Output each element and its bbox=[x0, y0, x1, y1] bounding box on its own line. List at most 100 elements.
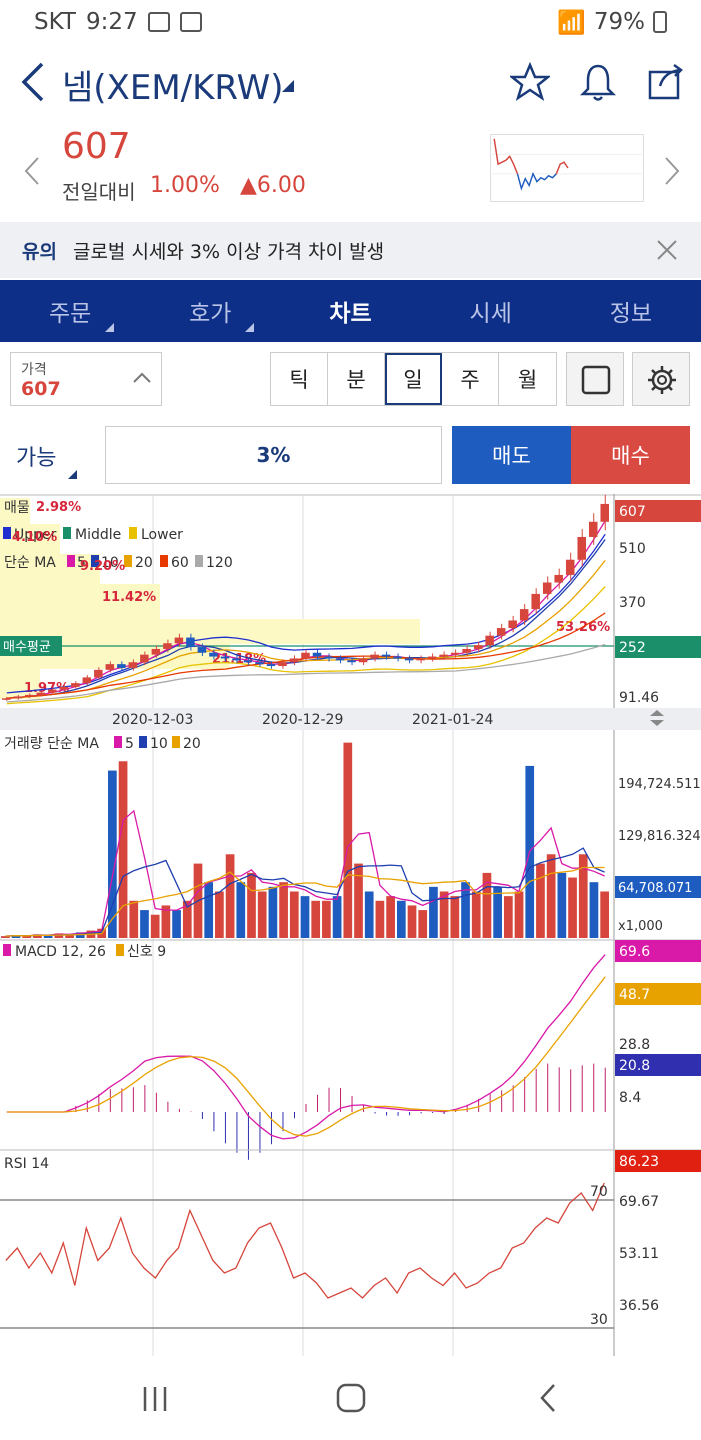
change-value: ▲6.00 bbox=[240, 173, 306, 198]
period-day[interactable]: 일 bbox=[385, 353, 442, 405]
volume-bar bbox=[247, 872, 256, 938]
rsi-axis-label: 53.11 bbox=[619, 1246, 659, 1262]
upper-swatch bbox=[3, 527, 11, 539]
volume-profile-bar bbox=[0, 619, 420, 644]
candle bbox=[473, 645, 483, 649]
tab-chart[interactable]: 차트 bbox=[280, 280, 420, 342]
chevron-right-icon[interactable] bbox=[662, 156, 682, 186]
volume-bar bbox=[343, 742, 353, 938]
volume-axis-label: 64,708.071 bbox=[618, 881, 692, 896]
candle bbox=[519, 609, 529, 621]
price-type-label: 가격 bbox=[21, 362, 47, 378]
volume-bar bbox=[150, 914, 160, 938]
candle bbox=[13, 696, 23, 699]
volume-bar bbox=[578, 854, 588, 938]
volume-bar bbox=[396, 900, 406, 938]
battery-level: 79% bbox=[593, 9, 645, 35]
volume-legend-label: 거래량 단순 MA bbox=[4, 736, 99, 752]
app-header: 넴(XEM/KRW) bbox=[0, 50, 701, 120]
system-nav-bar bbox=[0, 1360, 701, 1440]
rsi-axis-label: 70 bbox=[590, 1184, 608, 1200]
legend-lower: Lower bbox=[141, 527, 183, 543]
gear-icon bbox=[648, 366, 676, 394]
period-tick[interactable]: 틱 bbox=[271, 353, 328, 405]
period-minute[interactable]: 분 bbox=[328, 353, 385, 405]
price-axis-label: 91.46 bbox=[619, 690, 659, 706]
macd-signal-label: 신호 9 bbox=[127, 944, 166, 960]
volume-bar bbox=[471, 891, 481, 938]
volume-bar bbox=[546, 854, 556, 938]
star-icon[interactable] bbox=[510, 62, 550, 102]
title-dropdown-icon[interactable] bbox=[282, 80, 294, 92]
macd-axis-label: 20.8 bbox=[619, 1058, 650, 1074]
mini-chart[interactable] bbox=[490, 134, 644, 202]
back-arrow-icon[interactable] bbox=[18, 60, 48, 104]
recent-apps-icon[interactable] bbox=[140, 1384, 170, 1414]
tab-info[interactable]: 정보 bbox=[561, 280, 701, 342]
period-month[interactable]: 월 bbox=[499, 353, 556, 405]
candle bbox=[140, 654, 149, 663]
volume-axis-label: 194,724.511 bbox=[618, 777, 701, 792]
candle bbox=[36, 692, 46, 695]
share-icon[interactable] bbox=[646, 62, 686, 102]
rsi-label: RSI 14 bbox=[4, 1156, 49, 1172]
sell-button[interactable]: 매도 bbox=[452, 426, 571, 484]
app-icon bbox=[179, 12, 202, 32]
candle bbox=[496, 628, 506, 636]
volume-ma5: 5 bbox=[125, 736, 134, 752]
candle bbox=[358, 658, 368, 663]
candle bbox=[25, 694, 34, 697]
volume-bar bbox=[450, 896, 460, 938]
middle-swatch bbox=[63, 527, 71, 539]
back-icon[interactable] bbox=[534, 1382, 564, 1414]
status-bar: SKT 9:27 📶 79% bbox=[0, 0, 701, 44]
close-icon[interactable] bbox=[655, 238, 679, 262]
ma60-swatch bbox=[160, 555, 168, 567]
fullscreen-button[interactable] bbox=[566, 352, 624, 406]
volume-bar bbox=[129, 900, 139, 938]
candle bbox=[347, 660, 356, 663]
volume-bar bbox=[311, 900, 321, 938]
price-chart[interactable]: 매물 Upper Middle Lower 단순 MA 5 10 20 60 1… bbox=[0, 494, 701, 1360]
bell-icon[interactable] bbox=[578, 62, 618, 102]
available-label[interactable]: 가능 bbox=[16, 440, 56, 472]
date-label: 2020-12-29 bbox=[262, 712, 343, 728]
volume-bar bbox=[118, 761, 128, 938]
candle bbox=[404, 658, 414, 661]
candle bbox=[335, 658, 345, 661]
candle bbox=[450, 652, 460, 655]
square-icon bbox=[581, 365, 611, 395]
buy-button[interactable]: 매수 bbox=[571, 426, 690, 484]
volume-bar bbox=[514, 891, 524, 938]
candle bbox=[416, 658, 425, 661]
candle bbox=[220, 656, 230, 659]
signal-swatch bbox=[116, 944, 124, 956]
volume-bar bbox=[375, 900, 385, 938]
period-week[interactable]: 주 bbox=[442, 353, 499, 405]
tab-market[interactable]: 시세 bbox=[421, 280, 561, 342]
candle bbox=[255, 662, 264, 665]
volume-axis-label: 129,816.324 bbox=[618, 829, 701, 844]
lower-swatch bbox=[129, 527, 137, 539]
volume-bar bbox=[418, 910, 428, 938]
change-percent: 1.00% bbox=[150, 173, 220, 198]
tab-order[interactable]: 주문 bbox=[0, 280, 140, 342]
wifi-icon: 📶 bbox=[557, 9, 586, 36]
candle bbox=[2, 698, 11, 700]
order-percent[interactable]: 3% bbox=[105, 426, 442, 484]
vol-ma5-swatch bbox=[114, 736, 122, 748]
page-title[interactable]: 넴(XEM/KRW) bbox=[62, 60, 284, 109]
price-type-select[interactable]: 가격 607 bbox=[10, 352, 162, 406]
candle bbox=[186, 637, 195, 648]
tab-corner-icon bbox=[105, 323, 115, 332]
legend-main-volume-profile: 매물 bbox=[4, 500, 30, 516]
chevron-left-icon[interactable] bbox=[22, 156, 42, 186]
ma5-swatch bbox=[67, 555, 75, 567]
volume-bar bbox=[557, 872, 567, 938]
candle bbox=[370, 654, 379, 659]
volume-bar bbox=[322, 900, 331, 938]
home-icon[interactable] bbox=[335, 1382, 367, 1414]
settings-button[interactable] bbox=[632, 352, 690, 406]
tab-orderbook[interactable]: 호가 bbox=[140, 280, 280, 342]
volume-bar bbox=[386, 896, 395, 938]
